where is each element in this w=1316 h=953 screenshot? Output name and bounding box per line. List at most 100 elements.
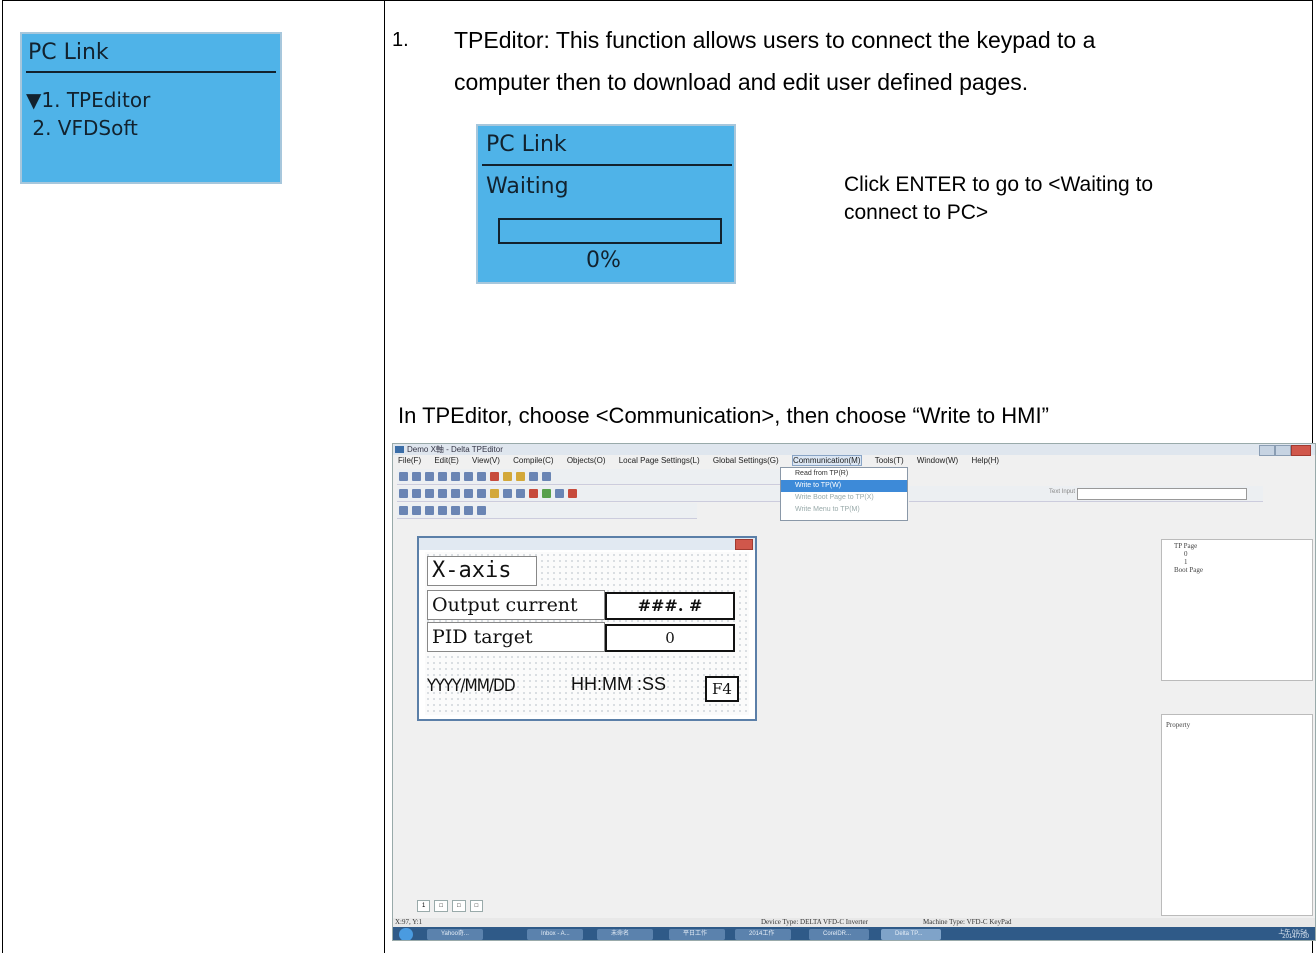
taskbar-2014[interactable]: 2014工作 [735,929,791,940]
menu-read-from-tp[interactable]: Read from TP(R) [781,468,907,480]
lcd-title-rule [26,71,276,73]
page-editor-window: X-axis Output current ###. # PID target … [417,536,757,721]
menu-objects[interactable]: Objects(O) [567,456,606,465]
taskbar-yahoo[interactable]: Yahoo奇... [427,929,483,940]
page-editor-titlebar [419,538,755,550]
date-display[interactable]: YYYY/MM/DD [427,676,516,696]
communication-menu: Read from TP(R) Write to TP(W) Write Boo… [780,467,908,521]
select-icon[interactable] [451,489,460,498]
tree-page-0[interactable]: 0 [1184,550,1188,558]
waiting-lcd: PC Link Waiting 0% [476,124,736,284]
tree-boot-page[interactable]: Boot Page [1174,566,1203,574]
menu-write-boot-page[interactable]: Write Boot Page to TP(X) [781,492,907,504]
table-border-top [2,0,1313,1]
waiting-lcd-rule [482,164,732,166]
meter-icon[interactable] [503,489,512,498]
output-current-value[interactable]: ###. # [605,592,735,620]
toolbar-text-format: Text Input [909,486,1263,502]
menu-local-page-settings[interactable]: Local Page Settings(L) [619,456,700,465]
menu-help[interactable]: Help(H) [971,456,999,465]
menu-write-to-tp[interactable]: Write to TP(W) [781,480,907,492]
menu-tools[interactable]: Tools(T) [875,456,904,465]
align-icon[interactable] [438,489,447,498]
tree-page-1[interactable]: 1 [1184,558,1188,566]
lamp-icon[interactable] [568,489,577,498]
menu-compile[interactable]: Compile(C) [513,456,553,465]
align-icon[interactable] [412,489,421,498]
zoom-out-icon[interactable] [542,472,551,481]
window-title: Demo X軸 - Delta TPEditor [407,445,503,454]
button-icon[interactable] [529,489,538,498]
menu-view[interactable]: View(V) [472,456,500,465]
numeric-icon[interactable] [477,489,486,498]
menu-edit[interactable]: Edit(E) [434,456,458,465]
editor-close-icon[interactable] [735,539,753,550]
table-border-left [2,0,3,953]
menu-file[interactable]: File(F) [398,456,421,465]
menu-communication[interactable]: Communication(M) [791,455,862,466]
tab-page-2[interactable]: □ [434,900,448,912]
compile-icon[interactable] [503,472,512,481]
bar-icon[interactable] [516,489,525,498]
page-canvas[interactable]: X-axis Output current ###. # PID target … [425,552,749,715]
pid-target-label[interactable]: PID target [427,622,605,652]
open-icon[interactable] [412,472,421,481]
units-icon[interactable] [555,489,564,498]
f4-key[interactable]: F4 [705,676,739,702]
zoom-in-icon[interactable] [529,472,538,481]
paste-icon[interactable] [477,472,486,481]
copy-icon[interactable] [464,472,473,481]
pc-link-menu-lcd: PC Link ▼1. TPEditor 2. VFDSoft [20,32,282,184]
taskbar-work[interactable]: 平日工作 [669,929,725,940]
rectangle-icon[interactable] [412,506,421,515]
print-icon[interactable] [438,472,447,481]
clock-date: 2014/7/30 [1282,934,1309,940]
status-coords: X:97, Y:1 [395,918,423,926]
align-icon[interactable] [399,489,408,498]
clock-icon[interactable] [542,489,551,498]
lcd-title: PC Link [28,40,109,65]
tpeditor-titlebar: Demo X軸 - Delta TPEditor [393,444,1315,456]
filled-circle-icon[interactable] [438,506,447,515]
save-icon[interactable] [425,472,434,481]
tab-page-1[interactable]: 1 [417,900,431,912]
property-label: Property [1166,721,1191,729]
toolbar-shapes [397,503,697,519]
tree-tp-page[interactable]: TP Page [1174,542,1197,550]
menu-window[interactable]: Window(W) [917,456,958,465]
text-input-field[interactable] [1077,488,1247,500]
ascii-text-icon[interactable] [464,489,473,498]
taskbar-coreldraw[interactable]: CorelDR... [809,929,869,940]
ellipse-icon[interactable] [464,506,473,515]
status-bar: X:97, Y:1 Device Type: DELTA VFD-C Inver… [393,918,1315,927]
start-button[interactable] [399,928,413,940]
taskbar-delta-tp[interactable]: Delta TP... [881,929,941,940]
taskbar-inbox[interactable]: Inbox - A... [527,929,583,940]
download-icon[interactable] [516,472,525,481]
align-icon[interactable] [425,489,434,498]
progress-label: 0% [586,248,621,273]
pid-target-value[interactable]: 0 [605,624,735,652]
polygon-icon[interactable] [477,506,486,515]
menu-write-menu[interactable]: Write Menu to TP(M) [781,504,907,516]
time-display[interactable]: HH:MM :SS [571,674,666,695]
bottom-tabs: 1 □ □ □ [417,900,657,912]
tab-page-4[interactable]: □ [469,900,484,912]
new-icon[interactable] [399,472,408,481]
x-axis-text[interactable]: X-axis [427,556,537,586]
lcd-item-vfdsoft: 2. VFDSoft [26,116,138,140]
step-line-1: TPEditor: This function allows users to … [454,27,1096,53]
progress-bar [498,218,722,244]
lcd-item-tpeditor: ▼1. TPEditor [26,88,151,112]
arc-icon[interactable] [451,506,460,515]
cut-icon[interactable] [451,472,460,481]
taskbar-untitled[interactable]: 未命名 [597,929,653,940]
line-icon[interactable] [399,506,408,515]
delete-icon[interactable] [490,472,499,481]
output-current-label[interactable]: Output current [427,590,605,620]
circle-icon[interactable] [425,506,434,515]
menu-global-settings[interactable]: Global Settings(G) [713,456,779,465]
property-panel: Property [1161,714,1313,916]
tab-page-3[interactable]: □ [451,900,466,912]
bitmap-icon[interactable] [490,489,499,498]
